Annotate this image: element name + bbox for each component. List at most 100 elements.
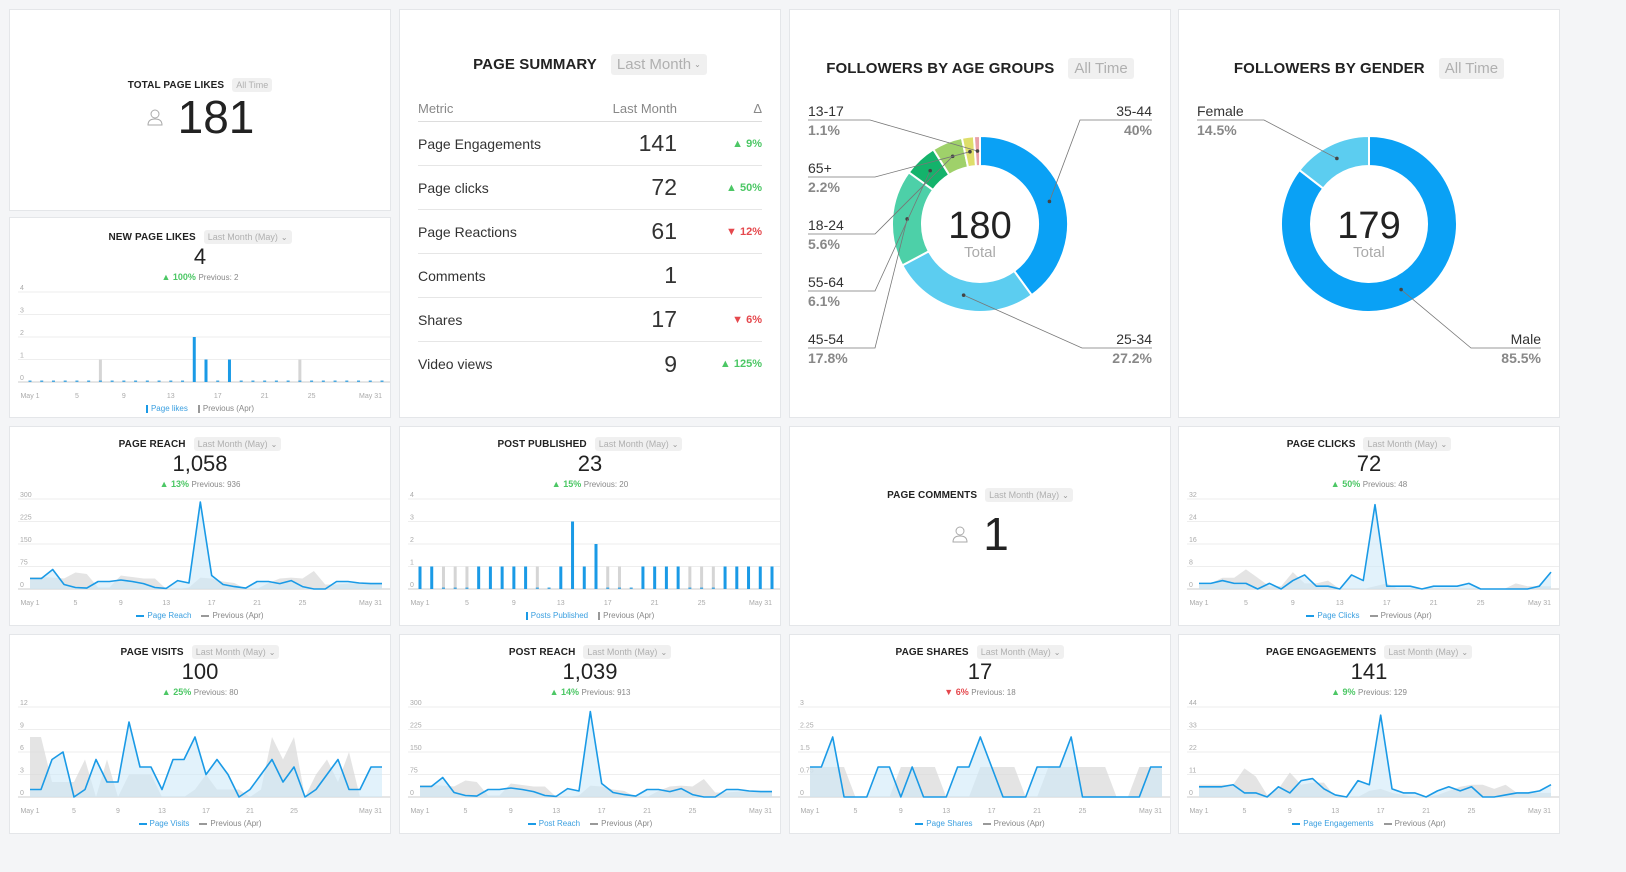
x-tick-label: 21	[651, 600, 659, 607]
y-tick-label: 2	[20, 330, 24, 337]
y-tick-label: 9	[20, 723, 24, 730]
legend-item-previous[interactable]: Previous (Apr)	[590, 819, 652, 828]
card-title: PAGE COMMENTS	[887, 489, 978, 501]
y-tick-label: 0	[410, 582, 414, 589]
slice-percent: 40%	[1124, 122, 1153, 138]
new-page-likes-card: NEW PAGE LIKES Last Month (May) ⌄ 4 ▲ 100…	[9, 217, 391, 418]
x-tick-label: 5	[1242, 808, 1246, 815]
y-tick-label: 3	[20, 308, 24, 315]
y-tick-label: 150	[20, 537, 32, 544]
legend-item-previous[interactable]: Previous (Apr)	[201, 611, 264, 620]
slice-label: 55-64	[808, 274, 844, 290]
bar-current	[571, 521, 575, 589]
legend-item-previous[interactable]: Previous (Apr)	[199, 819, 262, 828]
metric-value: 1	[664, 262, 677, 288]
x-tick-label: 13	[1336, 600, 1344, 607]
legend-item-previous[interactable]: Previous (Apr)	[598, 611, 654, 620]
legend-item-current[interactable]: Page likes	[145, 404, 188, 413]
chart-legend: Posts Published Previous (Apr)	[400, 611, 780, 620]
metric-delta: ▼ 6%	[732, 313, 762, 326]
x-tick-label: 13	[158, 808, 166, 815]
bar-current	[664, 566, 668, 589]
legend-item-current[interactable]: Posts Published	[525, 611, 588, 620]
bar-current	[758, 566, 762, 589]
x-tick-label: May 1	[1189, 808, 1208, 815]
slice-percent: 14.5%	[1197, 122, 1237, 138]
page-comments-card: PAGE COMMENTS Last Month (May) ⌄ 1	[789, 426, 1171, 626]
legend-item-previous[interactable]: Previous (Apr)	[1369, 611, 1432, 620]
bar-current-zero	[711, 587, 715, 589]
bar-current-zero	[51, 380, 55, 382]
chart-plot: 0 1 2 3 4 May 1 5 9 13 17 21 25 May 31	[18, 285, 390, 400]
slice-label: 25-34	[1116, 331, 1152, 347]
total-page-likes-card: TOTAL PAGE LIKES All Time 181	[9, 9, 391, 211]
gender-donut-chart: Male 85.5% Female 14.5% 179Total	[1197, 103, 1542, 366]
y-tick-label: 3	[800, 700, 804, 707]
legend-item-current[interactable]: Page Reach	[136, 611, 191, 620]
bar-current-zero	[700, 587, 704, 589]
legend-item-current[interactable]: Page Visits	[138, 819, 189, 828]
x-tick-label: 13	[942, 808, 950, 815]
x-tick-label: May 1	[20, 808, 39, 815]
bar-current-zero	[251, 380, 255, 382]
bar-current	[676, 566, 680, 589]
x-tick-label: 17	[208, 600, 216, 607]
y-tick-label: 6	[20, 745, 24, 752]
bar-current	[770, 566, 774, 589]
card-title: TOTAL PAGE LIKES	[127, 79, 225, 91]
x-tick-label: 25	[308, 393, 316, 400]
bar-current-zero	[169, 380, 173, 382]
page-engagements-card: PAGE ENGAGEMENTS Last Month (May) ⌄ 141 ▲…	[1178, 634, 1560, 834]
y-tick-label: 0	[20, 582, 24, 589]
y-tick-label: 0	[20, 375, 24, 382]
x-tick-label: 9	[512, 600, 516, 607]
bar-current-zero	[122, 380, 126, 382]
chart-legend: Post Reach Previous (Apr)	[400, 819, 780, 828]
table-row: Comments 1	[418, 254, 762, 298]
leader-dot	[928, 168, 932, 173]
bar-current-zero	[28, 380, 32, 382]
bar-current	[582, 566, 586, 589]
x-tick-label: 21	[1430, 600, 1438, 607]
table-header: Metric Last Month Δ	[418, 96, 762, 122]
bar-current	[524, 566, 528, 589]
legend-item-previous[interactable]: Previous (Apr)	[1383, 819, 1446, 828]
x-tick-label: 5	[75, 393, 79, 400]
x-tick-label: 9	[116, 808, 120, 815]
y-tick-label: 1.5	[800, 745, 810, 752]
bar-previous	[688, 566, 692, 589]
y-tick-label: 33	[1189, 723, 1197, 730]
x-tick-label: 9	[119, 600, 123, 607]
legend-item-previous[interactable]: Previous (Apr)	[197, 404, 254, 413]
bar-current-zero	[453, 587, 457, 589]
x-tick-label: 25	[689, 808, 697, 815]
legend-item-current[interactable]: Post Reach	[527, 819, 580, 828]
bar-current	[594, 544, 598, 589]
legend-item-current[interactable]: Page Engagements	[1292, 819, 1374, 828]
range-selector[interactable]: Last Month (May) ⌄	[985, 488, 1073, 502]
bar-previous	[98, 359, 102, 382]
x-tick-label: 17	[202, 808, 210, 815]
range-selector[interactable]: Last Month ⌄	[610, 54, 707, 75]
person-icon	[147, 109, 163, 126]
bar-current	[641, 566, 645, 589]
bar-current	[723, 566, 727, 589]
metric-value: 17	[651, 306, 677, 332]
bar-current	[488, 566, 492, 589]
metric-name: Page Reactions	[418, 223, 517, 240]
legend-item-current[interactable]: Page Clicks	[1306, 611, 1360, 620]
x-tick-label: 5	[465, 600, 469, 607]
y-tick-label: 0	[800, 790, 804, 797]
bar-current-zero	[75, 380, 79, 382]
legend-item-current[interactable]: Page Shares	[915, 819, 973, 828]
bar-current-zero	[688, 587, 692, 589]
y-tick-label: 3	[20, 768, 24, 775]
bar-current-zero	[63, 380, 67, 382]
x-tick-label: 25	[1477, 600, 1485, 607]
bar-previous	[700, 566, 704, 589]
summary-table: Metric Last Month Δ Page Engagements 141 ▲…	[418, 96, 762, 386]
x-tick-label: May 1	[410, 600, 429, 607]
bar-current-zero	[298, 380, 302, 382]
x-tick-label: 13	[167, 393, 175, 400]
legend-item-previous[interactable]: Previous (Apr)	[982, 819, 1045, 828]
